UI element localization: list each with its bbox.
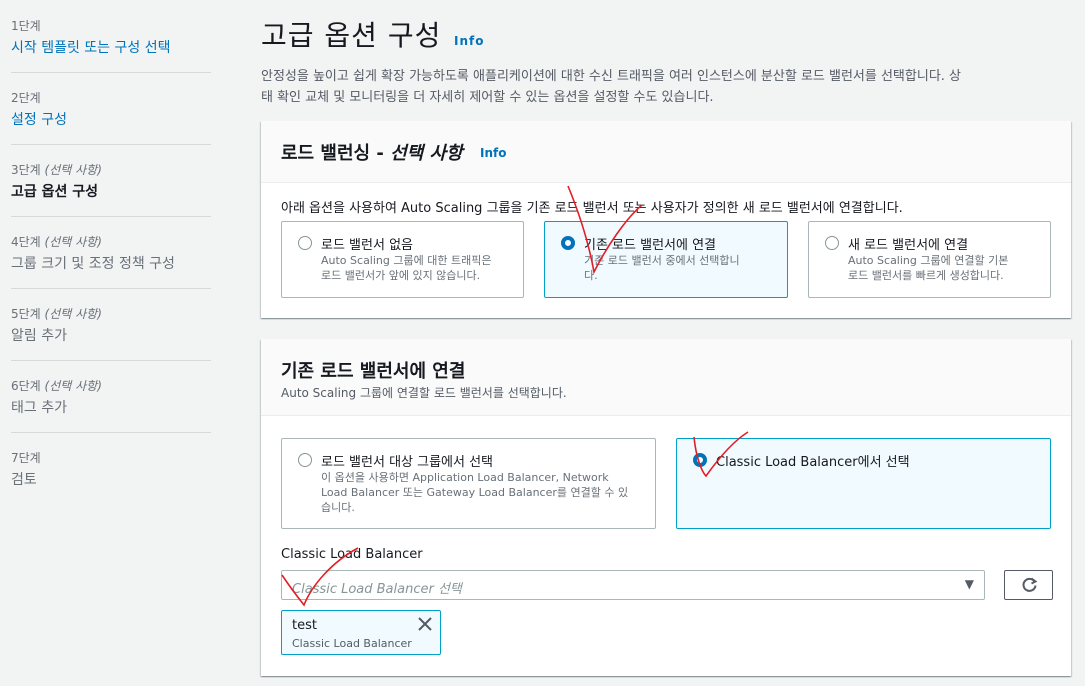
load-balancing-info-link[interactable]: Info	[480, 146, 506, 160]
step-divider	[11, 144, 211, 145]
step-6: 6단계 (선택 사항) 태그 추가	[11, 378, 211, 418]
step-2-link[interactable]: 설정 구성	[11, 110, 211, 130]
target-group-desc: 이 옵션을 사용하면 Application Load Balancer, Ne…	[321, 471, 629, 514]
attach-existing-panel: 기존 로드 밸런서에 연결 Auto Scaling 그룹에 연결할 로드 밸런…	[261, 339, 1071, 676]
target-group-radio[interactable]	[298, 453, 312, 467]
step-divider	[11, 432, 211, 433]
step-5-title: 알림 추가	[11, 328, 67, 344]
no-load-balancer-desc: Auto Scaling 그룹에 대한 트래픽은 로드 밸런서가 앞에 있지 않습…	[321, 254, 492, 282]
refresh-icon	[1022, 577, 1038, 592]
page-description: 안정성을 높이고 쉽게 확장 가능하도록 애플리케이션에 대한 수신 트래픽을 …	[261, 66, 1069, 108]
step-6-number: 6단계 (선택 사항)	[11, 379, 102, 393]
page-title: 고급 옵션 구성 Info	[261, 14, 483, 54]
step-divider	[11, 72, 211, 73]
classic-lb-radio[interactable]	[693, 453, 707, 467]
target-group-label: 로드 밸런서 대상 그룹에서 선택	[321, 455, 494, 470]
step-3-number: 3단계 (선택 사항)	[11, 163, 102, 177]
classic-lb-field-label: Classic Load Balancer	[281, 547, 423, 562]
step-7-title: 검토	[11, 472, 37, 488]
step-divider	[11, 288, 211, 289]
step-4-title: 그룹 크기 및 조정 정책 구성	[11, 256, 175, 272]
attach-new-label: 새 로드 밸런서에 연결	[848, 238, 969, 253]
step-7: 7단계 검토	[11, 450, 211, 490]
step-1: 1단계 시작 템플릿 또는 구성 선택	[11, 18, 211, 58]
attach-existing-subtitle: Auto Scaling 그룹에 연결할 로드 밸런서를 선택합니다.	[281, 386, 567, 400]
attach-existing-radio[interactable]	[561, 236, 575, 250]
option-no-load-balancer[interactable]: 로드 밸런서 없음 Auto Scaling 그룹에 대한 트래픽은 로드 밸런서…	[281, 221, 524, 298]
step-divider	[11, 360, 211, 361]
attach-existing-label: 기존 로드 밸런서에 연결	[584, 238, 716, 253]
load-balancing-panel-header: 로드 밸런싱 - 선택 사항 Info	[261, 121, 1071, 183]
step-5: 5단계 (선택 사항) 알림 추가	[11, 306, 211, 346]
no-load-balancer-label: 로드 밸런서 없음	[321, 238, 413, 253]
attach-existing-title: 기존 로드 밸런서에 연결	[281, 361, 466, 382]
page-title-text: 고급 옵션 구성	[261, 19, 442, 52]
attach-new-desc: Auto Scaling 그룹에 연결할 기본 로드 밸런서를 빠르게 생성합니다…	[848, 254, 1009, 282]
step-4-number: 4단계 (선택 사항)	[11, 235, 102, 249]
close-icon[interactable]	[416, 615, 434, 633]
selected-load-balancer-token: test Classic Load Balancer	[281, 610, 441, 655]
step-2: 2단계 설정 구성	[11, 90, 211, 130]
step-divider	[11, 216, 211, 217]
option-target-group[interactable]: 로드 밸런서 대상 그룹에서 선택 이 옵션을 사용하면 Application…	[281, 438, 656, 529]
option-attach-existing-load-balancer[interactable]: 기존 로드 밸런서에 연결 기존 로드 밸런서 중에서 선택합니 다.	[544, 221, 788, 298]
attach-existing-desc: 기존 로드 밸런서 중에서 선택합니 다.	[584, 254, 740, 282]
load-balancing-title: 로드 밸런싱 - 선택 사항	[281, 143, 463, 164]
step-4: 4단계 (선택 사항) 그룹 크기 및 조정 정책 구성	[11, 234, 211, 274]
page-info-link[interactable]: Info	[454, 34, 484, 48]
attach-new-radio[interactable]	[825, 236, 839, 250]
refresh-button[interactable]	[1004, 570, 1053, 600]
wizard-steps-sidebar: 1단계 시작 템플릿 또는 구성 선택 2단계 설정 구성 3단계 (선택 사항…	[0, 0, 222, 686]
step-3-current: 고급 옵션 구성	[11, 184, 99, 200]
token-name: test	[292, 618, 317, 633]
step-5-number: 5단계 (선택 사항)	[11, 307, 102, 321]
step-3: 3단계 (선택 사항) 고급 옵션 구성	[11, 162, 211, 202]
classic-lb-label: Classic Load Balancer에서 선택	[716, 455, 910, 470]
load-balancing-panel: 로드 밸런싱 - 선택 사항 Info 아래 옵션을 사용하여 Auto Sca…	[261, 121, 1071, 318]
classic-lb-select[interactable]: Classic Load Balancer 선택 ▼	[281, 570, 985, 600]
page-description-line-1: 안정성을 높이고 쉽게 확장 가능하도록 애플리케이션에 대한 수신 트래픽을 …	[261, 69, 961, 84]
option-attach-new-load-balancer[interactable]: 새 로드 밸런서에 연결 Auto Scaling 그룹에 연결할 기본 로드 밸…	[808, 221, 1051, 298]
page-description-line-2: 태 확인 교체 및 모니터링을 더 자세히 제어할 수 있는 옵션을 설정할 수…	[261, 90, 714, 105]
attach-existing-panel-header: 기존 로드 밸런서에 연결 Auto Scaling 그룹에 연결할 로드 밸런…	[261, 339, 1071, 416]
option-classic-load-balancer[interactable]: Classic Load Balancer에서 선택	[676, 438, 1051, 529]
caret-down-icon: ▼	[964, 577, 974, 591]
token-type: Classic Load Balancer	[292, 637, 412, 650]
step-1-link[interactable]: 시작 템플릿 또는 구성 선택	[11, 38, 211, 58]
step-7-number: 7단계	[11, 451, 41, 465]
no-load-balancer-radio[interactable]	[298, 236, 312, 250]
step-2-number: 2단계	[11, 91, 41, 105]
classic-lb-select-placeholder: Classic Load Balancer 선택	[292, 582, 462, 597]
step-1-number: 1단계	[11, 19, 41, 33]
step-6-title: 태그 추가	[11, 400, 67, 416]
load-balancing-description: 아래 옵션을 사용하여 Auto Scaling 그룹을 기존 로드 밸런서 또…	[281, 201, 903, 216]
